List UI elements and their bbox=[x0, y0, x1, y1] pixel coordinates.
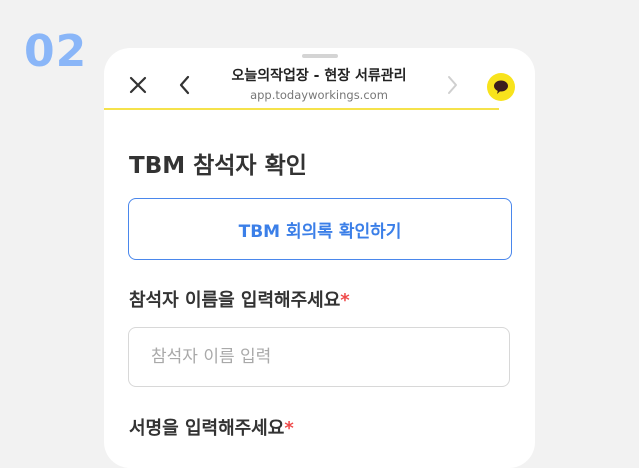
phone-frame: 오늘의작업장 - 현장 서류관리 app.todayworkings.com T… bbox=[104, 48, 535, 468]
step-number: 02 bbox=[24, 26, 88, 77]
chat-bubble-icon[interactable] bbox=[487, 73, 515, 101]
page-title-block: 오늘의작업장 - 현장 서류관리 app.todayworkings.com bbox=[204, 67, 434, 103]
attendee-name-input[interactable] bbox=[128, 327, 510, 387]
back-icon[interactable] bbox=[172, 72, 198, 98]
signature-label: 서명을 입력해주세요* bbox=[129, 414, 294, 440]
required-mark: * bbox=[340, 290, 350, 311]
attendee-name-label-text: 참석자 이름을 입력해주세요 bbox=[129, 290, 341, 311]
required-mark: * bbox=[284, 418, 294, 439]
section-title: TBM 참석자 확인 bbox=[129, 153, 307, 179]
sheet-grabber[interactable] bbox=[302, 54, 338, 58]
forward-icon[interactable] bbox=[439, 72, 465, 98]
view-tbm-minutes-button[interactable]: TBM 회의록 확인하기 bbox=[128, 198, 512, 260]
signature-label-text: 서명을 입력해주세요 bbox=[129, 418, 285, 439]
page-url: app.todayworkings.com bbox=[250, 88, 388, 102]
in-app-browser-header: 오늘의작업장 - 현장 서류관리 app.todayworkings.com bbox=[104, 62, 499, 110]
attendee-name-label: 참석자 이름을 입력해주세요* bbox=[129, 286, 350, 312]
page-title: 오늘의작업장 - 현장 서류관리 bbox=[231, 68, 407, 84]
close-icon[interactable] bbox=[125, 72, 151, 98]
